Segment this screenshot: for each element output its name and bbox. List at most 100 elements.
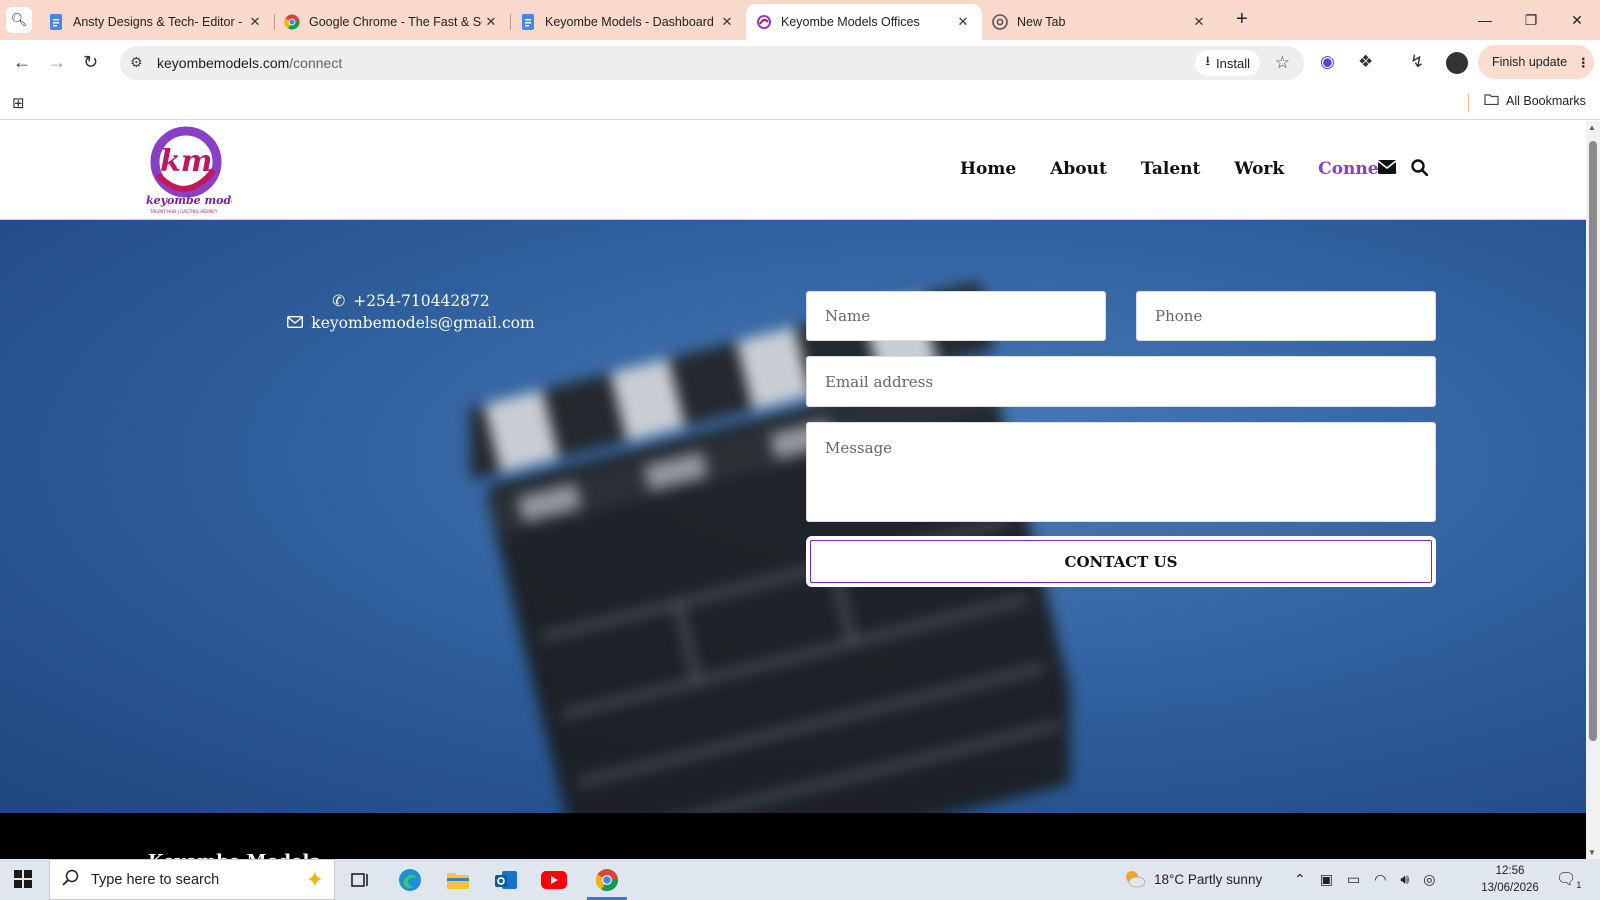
chevron-up-icon[interactable]: ⌃	[1294, 871, 1306, 888]
clock-time: 12:56	[1495, 865, 1525, 877]
close-icon[interactable]: ✕	[246, 14, 264, 30]
url-path: /connect	[289, 55, 343, 71]
all-bookmarks-label: All Bookmarks	[1506, 93, 1586, 108]
envelope-icon[interactable]	[1377, 159, 1397, 179]
restore-icon[interactable]: ❐	[1508, 0, 1554, 40]
window-controls: — ❐ ✕	[1462, 0, 1600, 40]
docs-icon	[520, 14, 536, 30]
folder-icon	[1484, 93, 1499, 108]
weather-widget[interactable]: 18°C Partly sunny	[1122, 859, 1262, 900]
docs-icon	[48, 14, 64, 30]
edge-icon[interactable]	[395, 866, 425, 894]
tab-strip: 🔍︎ Ansty Designs & Tech- Editor - ✕ Goog…	[0, 0, 1600, 40]
tab-keyombe-offices[interactable]: Keyombe Models Offices ✕	[746, 4, 982, 40]
extensions-puzzle-icon[interactable]: ❖	[1358, 52, 1373, 72]
outlook-icon[interactable]	[491, 866, 521, 894]
nav-talent[interactable]: Talent	[1141, 159, 1201, 179]
chrome-taskbar-icon[interactable]	[587, 866, 627, 900]
search-icon[interactable]	[1411, 159, 1429, 181]
volume-icon[interactable]: 🔊︎	[1400, 871, 1409, 888]
youtube-icon[interactable]	[539, 866, 569, 894]
close-icon[interactable]: ✕	[954, 14, 972, 30]
more-menu-icon: ⋮	[1577, 55, 1590, 70]
nav-work[interactable]: Work	[1234, 159, 1284, 179]
tab-title: Keyombe Models - Dashboard	[545, 15, 714, 29]
tab-new-tab[interactable]: New Tab ✕	[982, 4, 1218, 40]
profile-avatar[interactable]	[1446, 52, 1468, 74]
battery-icon[interactable]: ▭	[1347, 871, 1360, 888]
search-icon	[62, 869, 79, 890]
main-nav: Home About Talent Work Connect	[960, 159, 1397, 179]
tab-title: Google Chrome - The Fast & Se	[309, 15, 482, 29]
minimize-icon[interactable]: —	[1462, 0, 1508, 40]
reload-icon[interactable]: ↻	[83, 52, 98, 72]
taskbar-search[interactable]: Type here to search ✦	[49, 859, 335, 900]
tab-keyombe-dashboard[interactable]: Keyombe Models - Dashboard ✕	[510, 4, 746, 40]
finish-update-label: Finish update	[1492, 55, 1568, 69]
site-footer: Keyombe Models	[0, 813, 1586, 859]
windows-start-icon[interactable]	[14, 870, 32, 893]
location-icon[interactable]: ◎	[1423, 871, 1435, 888]
close-window-icon[interactable]: ✕	[1554, 0, 1600, 40]
notification-icon[interactable]: 🗨︎1	[1556, 869, 1581, 890]
keyombe-icon	[756, 14, 772, 30]
phone-input[interactable]	[1136, 291, 1436, 341]
wifi-icon[interactable]: ◠	[1374, 871, 1386, 888]
performance-icon[interactable]: ↯	[1410, 52, 1424, 72]
clock-date: 13/06/2026	[1481, 882, 1539, 894]
apps-grid-icon[interactable]: ⊞	[12, 94, 25, 112]
new-tab-plus-icon[interactable]: +	[1236, 9, 1248, 29]
logo-tagline: TALENT HUB | CASTING AGENCY	[149, 209, 218, 214]
site-logo[interactable]: km keyombe models TALENT HUB | CASTING A…	[146, 125, 249, 217]
tab-title: New Tab	[1017, 15, 1066, 29]
task-view-icon[interactable]	[345, 866, 375, 894]
windows-taskbar: Type here to search ✦ 18°C Partly sunny …	[0, 859, 1600, 900]
contact-phone-row: ✆ +254-710442872	[296, 290, 526, 312]
site-settings-icon[interactable]: ⚙︎	[130, 54, 143, 71]
tab-list: Ansty Designs & Tech- Editor - ✕ Google …	[38, 4, 1218, 40]
scroll-up-icon[interactable]: ▲	[1588, 123, 1596, 132]
contact-phone[interactable]: +254-710442872	[353, 290, 490, 312]
phone-icon: ✆	[332, 292, 346, 310]
close-icon[interactable]: ✕	[482, 14, 500, 30]
name-input[interactable]	[806, 291, 1106, 341]
partly-sunny-icon	[1122, 868, 1146, 891]
message-textarea[interactable]	[806, 422, 1436, 522]
logo-text: keyombe models	[146, 194, 232, 207]
tab-ansty-designs[interactable]: Ansty Designs & Tech- Editor - ✕	[38, 4, 274, 40]
install-icon: ⭳	[1205, 53, 1211, 68]
url-text[interactable]: keyombemodels.com/connect	[157, 55, 342, 71]
all-bookmarks-button[interactable]: All Bookmarks	[1484, 93, 1586, 108]
install-button[interactable]: ⭳ Install	[1195, 50, 1260, 76]
back-arrow-icon[interactable]: ←	[13, 52, 31, 72]
address-bar[interactable]: ⚙︎ keyombemodels.com/connect ⭳ Install ☆	[120, 46, 1304, 80]
forward-arrow-icon[interactable]: →	[48, 52, 66, 72]
contact-email[interactable]: keyombemodels@gmail.com	[311, 312, 534, 334]
bookmark-star-icon[interactable]: ☆	[1275, 53, 1290, 73]
device-icon[interactable]: ▣	[1320, 871, 1333, 888]
scrollbar-thumb[interactable]	[1589, 141, 1597, 741]
taskbar-clock[interactable]: 12:56 13/06/2026	[1478, 863, 1542, 897]
tab-google-chrome[interactable]: Google Chrome - The Fast & Se ✕	[274, 4, 510, 40]
browser-toolbar: ← → ↻ ⚙︎ keyombemodels.com/connect ⭳ Ins…	[0, 40, 1600, 86]
nav-home[interactable]: Home	[960, 159, 1016, 179]
file-explorer-icon[interactable]	[443, 866, 473, 894]
extension-icon[interactable]: ◉	[1320, 52, 1335, 72]
email-input[interactable]	[806, 356, 1436, 407]
mail-outline-icon	[287, 312, 304, 334]
contact-us-button[interactable]: CONTACT US	[806, 536, 1436, 587]
bookmarks-separator	[1468, 94, 1469, 112]
finish-update-button[interactable]: Finish update ⋮	[1478, 45, 1594, 79]
nav-about[interactable]: About	[1050, 159, 1107, 179]
page-scrollbar[interactable]: ▲ ▼	[1586, 121, 1600, 859]
close-icon[interactable]: ✕	[1190, 14, 1208, 30]
close-icon[interactable]: ✕	[718, 14, 736, 30]
chrome-icon	[284, 14, 300, 30]
chrome-icon	[992, 14, 1008, 30]
scroll-down-icon[interactable]: ▼	[1588, 848, 1596, 857]
page-viewport: km keyombe models TALENT HUB | CASTING A…	[0, 121, 1586, 859]
weather-text: 18°C Partly sunny	[1154, 872, 1263, 887]
taskbar-search-placeholder: Type here to search	[91, 871, 220, 888]
tab-search-icon[interactable]: 🔍︎	[6, 7, 32, 33]
copilot-sparkle-icon: ✦	[305, 866, 324, 892]
